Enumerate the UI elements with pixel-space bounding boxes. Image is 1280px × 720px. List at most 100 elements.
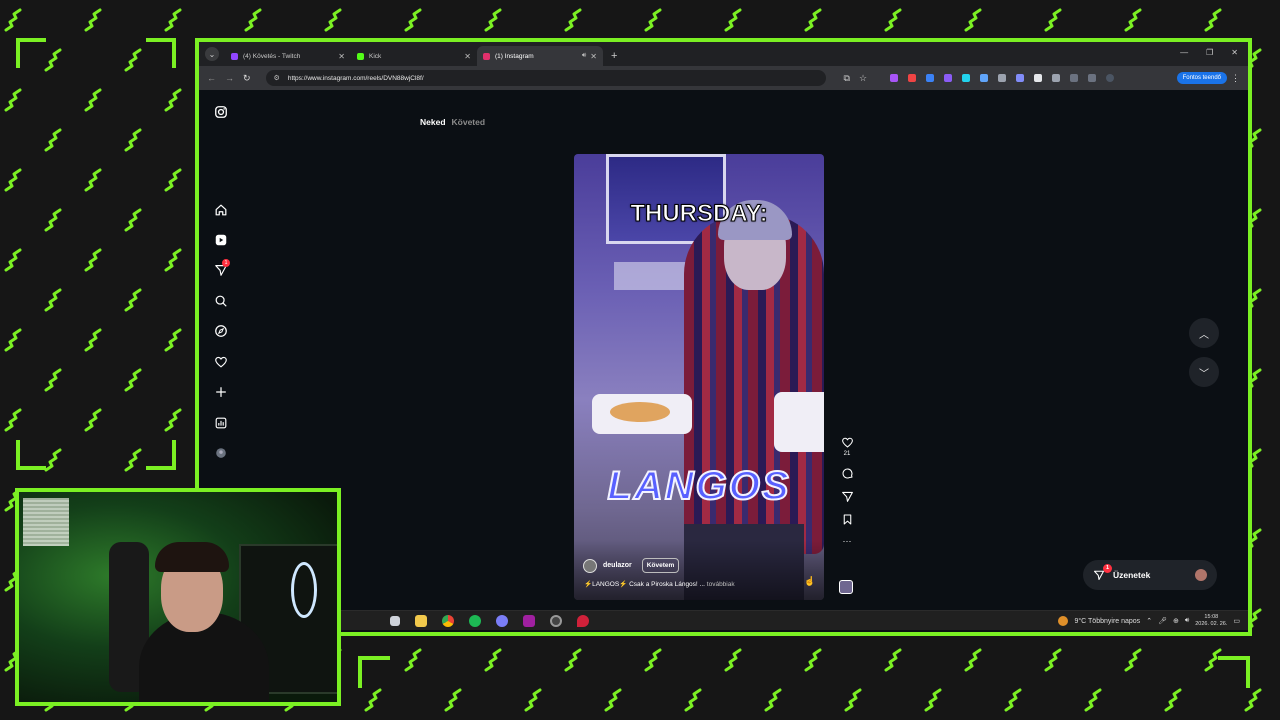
puzzle-extensions-icon[interactable]	[1052, 74, 1061, 82]
instagram-logo-icon[interactable]	[213, 104, 229, 120]
profile-avatar-icon[interactable]	[213, 445, 229, 461]
forward-icon[interactable]: →	[225, 73, 234, 83]
back-icon[interactable]: ←	[207, 73, 216, 83]
create-plus-icon[interactable]	[213, 384, 229, 400]
volume-icon[interactable]: 🔊︎	[1185, 617, 1189, 625]
task-view-icon[interactable]	[390, 615, 400, 626]
avatar-icon[interactable]	[1106, 74, 1115, 82]
chevron-up-icon[interactable]: ⌃	[1146, 617, 1152, 625]
extension-icon[interactable]	[1016, 74, 1025, 82]
reel-overlay-title: THURSDAY:	[630, 200, 768, 228]
site-settings-icon[interactable]: ⚙	[274, 74, 280, 82]
extension-icon[interactable]	[908, 74, 917, 82]
minimize-icon[interactable]: —	[1180, 48, 1188, 57]
file-explorer-icon[interactable]	[415, 614, 427, 627]
restore-icon[interactable]: ❐	[1206, 48, 1213, 57]
tab-label: Kick	[369, 52, 382, 60]
tab-kick[interactable]: Kick ✕	[351, 46, 477, 66]
obs-icon[interactable]	[496, 614, 508, 627]
more-icon: ···	[842, 536, 852, 546]
reel-video[interactable]: THURSDAY: LANGOS deulazor Követem ⚡LANGO…	[574, 154, 824, 600]
close-tab-icon[interactable]: ✕	[338, 52, 345, 61]
dashboard-icon[interactable]	[213, 415, 229, 431]
messages-badge: 1	[1103, 564, 1112, 573]
windows-taskbar: 9°C Többnyire napos ⌃ 🎤︎ ⊕ 🔊︎ 15:08 2026…	[340, 610, 1248, 630]
menu-icon[interactable]: ⋮	[1231, 73, 1240, 84]
extension-icon[interactable]	[980, 74, 989, 82]
webcam-overlay	[15, 488, 341, 706]
tab-following[interactable]: Követed	[452, 117, 486, 127]
like-count: 21	[843, 451, 851, 457]
corner-bracket-bottom-right	[146, 440, 176, 470]
more-options-button[interactable]: ···	[839, 536, 855, 546]
follow-button[interactable]: Követem	[641, 558, 680, 573]
messages-button[interactable]: 1 Üzenetek	[1083, 560, 1217, 590]
direct-messages-icon[interactable]: 1	[213, 259, 230, 278]
close-window-icon[interactable]: ✕	[1231, 48, 1238, 57]
corner-bracket-top-left	[16, 38, 46, 68]
instagram-page: 1 Neked Követed THURSDAY: LANGOS deulazo…	[199, 90, 1248, 632]
profile-button[interactable]: Fontos teendő	[1176, 72, 1227, 84]
extension-icon[interactable]	[962, 74, 971, 82]
extension-icon[interactable]	[890, 74, 899, 82]
notifications-heart-icon[interactable]	[213, 354, 229, 370]
extension-icon[interactable]	[1034, 74, 1043, 82]
author-username[interactable]: deulazor	[603, 562, 632, 569]
weather-text[interactable]: 9°C Többnyire napos	[1074, 618, 1140, 625]
system-tray: 9°C Többnyire napos ⌃ 🎤︎ ⊕ 🔊︎ 15:08 2026…	[1058, 611, 1240, 631]
microphone-icon[interactable]: 🎤︎	[1158, 617, 1167, 625]
install-icon[interactable]: ⧉	[844, 73, 850, 84]
share-button[interactable]	[839, 490, 855, 503]
window-controls: — ❐ ✕	[1180, 48, 1238, 57]
network-icon[interactable]: ⊕	[1173, 617, 1179, 625]
bookmark-icon	[843, 514, 851, 525]
tab-twitch[interactable]: (4) Követés - Twitch ✕	[225, 46, 351, 66]
instagram-favicon-icon	[483, 52, 490, 60]
search-icon[interactable]	[213, 293, 229, 309]
reel-navigation: ︿ ﹀	[1189, 318, 1219, 396]
like-button[interactable]: 21	[839, 436, 855, 457]
weather-icon	[1058, 616, 1069, 626]
media-icon[interactable]	[1088, 74, 1097, 82]
new-tab-icon[interactable]: +	[611, 50, 617, 62]
reels-icon[interactable]	[213, 232, 229, 248]
webcam-window-blinds	[23, 498, 69, 546]
bookmark-star-icon[interactable]: ☆	[859, 73, 867, 84]
save-button[interactable]	[839, 513, 855, 526]
download-icon[interactable]	[1070, 74, 1079, 82]
close-tab-icon[interactable]: ✕	[590, 52, 597, 61]
heart-icon	[841, 437, 853, 448]
next-reel-chevron-down-icon[interactable]: ﹀	[1189, 357, 1219, 387]
clock-time: 15:08	[1204, 614, 1219, 620]
corner-bracket-bottom-left	[16, 440, 46, 470]
reel-author: deulazor Követem	[583, 558, 680, 573]
reel-caption: ⚡LANGOS⚡ Csak a Piroska Lángos! ... tová…	[584, 580, 735, 588]
speaker-icon[interactable]: 🔊︎	[582, 52, 586, 60]
caption-more-link[interactable]: továbbiak	[707, 581, 735, 588]
reel-actions: 21 ···	[839, 436, 855, 556]
nzxt-icon[interactable]	[523, 614, 535, 627]
reload-icon[interactable]: ↻	[243, 73, 251, 84]
home-icon[interactable]	[213, 202, 229, 218]
comment-button[interactable]	[839, 467, 855, 480]
previous-reel-chevron-up-icon[interactable]: ︿	[1189, 318, 1219, 348]
extension-icon[interactable]	[998, 74, 1007, 82]
spotify-icon[interactable]	[469, 614, 481, 627]
clock[interactable]: 15:08 2026. 02. 26.	[1195, 614, 1227, 628]
url-field[interactable]: ⚙ https://www.instagram.com/reels/DVN88w…	[265, 70, 826, 86]
app-icon[interactable]	[550, 614, 562, 627]
audio-thumbnail[interactable]	[839, 580, 853, 594]
pin-app-icon[interactable]	[577, 614, 589, 627]
extension-icon[interactable]	[926, 74, 935, 82]
clock-date: 2026. 02. 26.	[1195, 621, 1228, 627]
tab-search-icon[interactable]: ⌄	[205, 47, 219, 61]
chrome-icon[interactable]	[442, 614, 454, 627]
browser-window: ⌄ (4) Követés - Twitch ✕ Kick ✕ (1) Inst…	[195, 38, 1252, 636]
tab-instagram[interactable]: (1) Instagram 🔊︎ ✕	[477, 46, 603, 66]
author-avatar[interactable]	[583, 558, 597, 573]
notification-center-icon[interactable]: ▭	[1233, 617, 1240, 625]
tab-for-you[interactable]: Neked	[420, 117, 446, 127]
close-tab-icon[interactable]: ✕	[464, 52, 471, 61]
extension-icon[interactable]	[944, 74, 953, 82]
explore-compass-icon[interactable]	[213, 323, 229, 339]
